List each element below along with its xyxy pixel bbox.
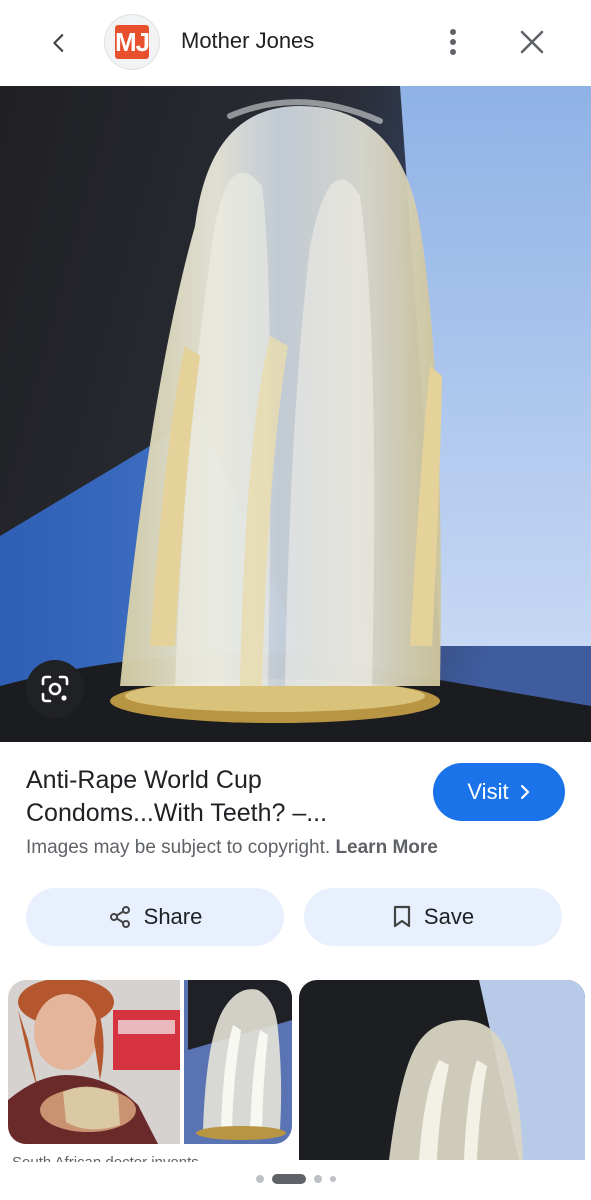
google-lens-icon (41, 675, 69, 703)
related-image-card[interactable] (299, 980, 585, 1160)
more-vert-icon (450, 29, 456, 55)
related-images: South African doctor invents... (0, 980, 591, 1162)
related-caption: South African doctor invents... (12, 1150, 292, 1162)
page-indicator (0, 1172, 591, 1186)
site-logo[interactable]: MJ (104, 14, 160, 70)
page-dot[interactable] (255, 1175, 264, 1183)
learn-more-link[interactable]: Learn More (335, 837, 437, 858)
close-icon (520, 30, 544, 54)
save-button[interactable]: Save (304, 888, 562, 946)
share-icon (109, 906, 130, 928)
chevron-right-icon (520, 784, 529, 800)
page-dot[interactable] (313, 1175, 322, 1183)
more-options-button[interactable] (440, 24, 466, 60)
back-button[interactable] (42, 26, 76, 60)
site-logo-text: MJ (115, 25, 150, 59)
result-title[interactable]: Anti-Rape World Cup Condoms...With Teeth… (26, 764, 406, 830)
lens-search-button[interactable] (26, 660, 84, 718)
share-button-label: Share (143, 904, 203, 929)
visit-button[interactable]: Visit (433, 763, 565, 821)
copyright-text: Images may be subject to copyright. (26, 837, 331, 858)
close-button[interactable] (514, 24, 550, 60)
save-button-label: Save (423, 904, 475, 929)
page-dot-active[interactable] (271, 1174, 306, 1184)
bookmark-icon (393, 905, 411, 928)
visit-button-label: Visit (467, 779, 509, 804)
share-button[interactable]: Share (26, 888, 284, 946)
page-dot[interactable] (329, 1176, 336, 1182)
chevron-left-icon (53, 34, 64, 52)
top-bar: MJ Mother Jones (0, 0, 591, 86)
site-name[interactable]: Mother Jones (181, 28, 314, 54)
copyright-notice: Images may be subject to copyright. Lear… (26, 837, 438, 859)
main-image[interactable] (0, 86, 591, 742)
related-image-card[interactable] (8, 980, 292, 1144)
